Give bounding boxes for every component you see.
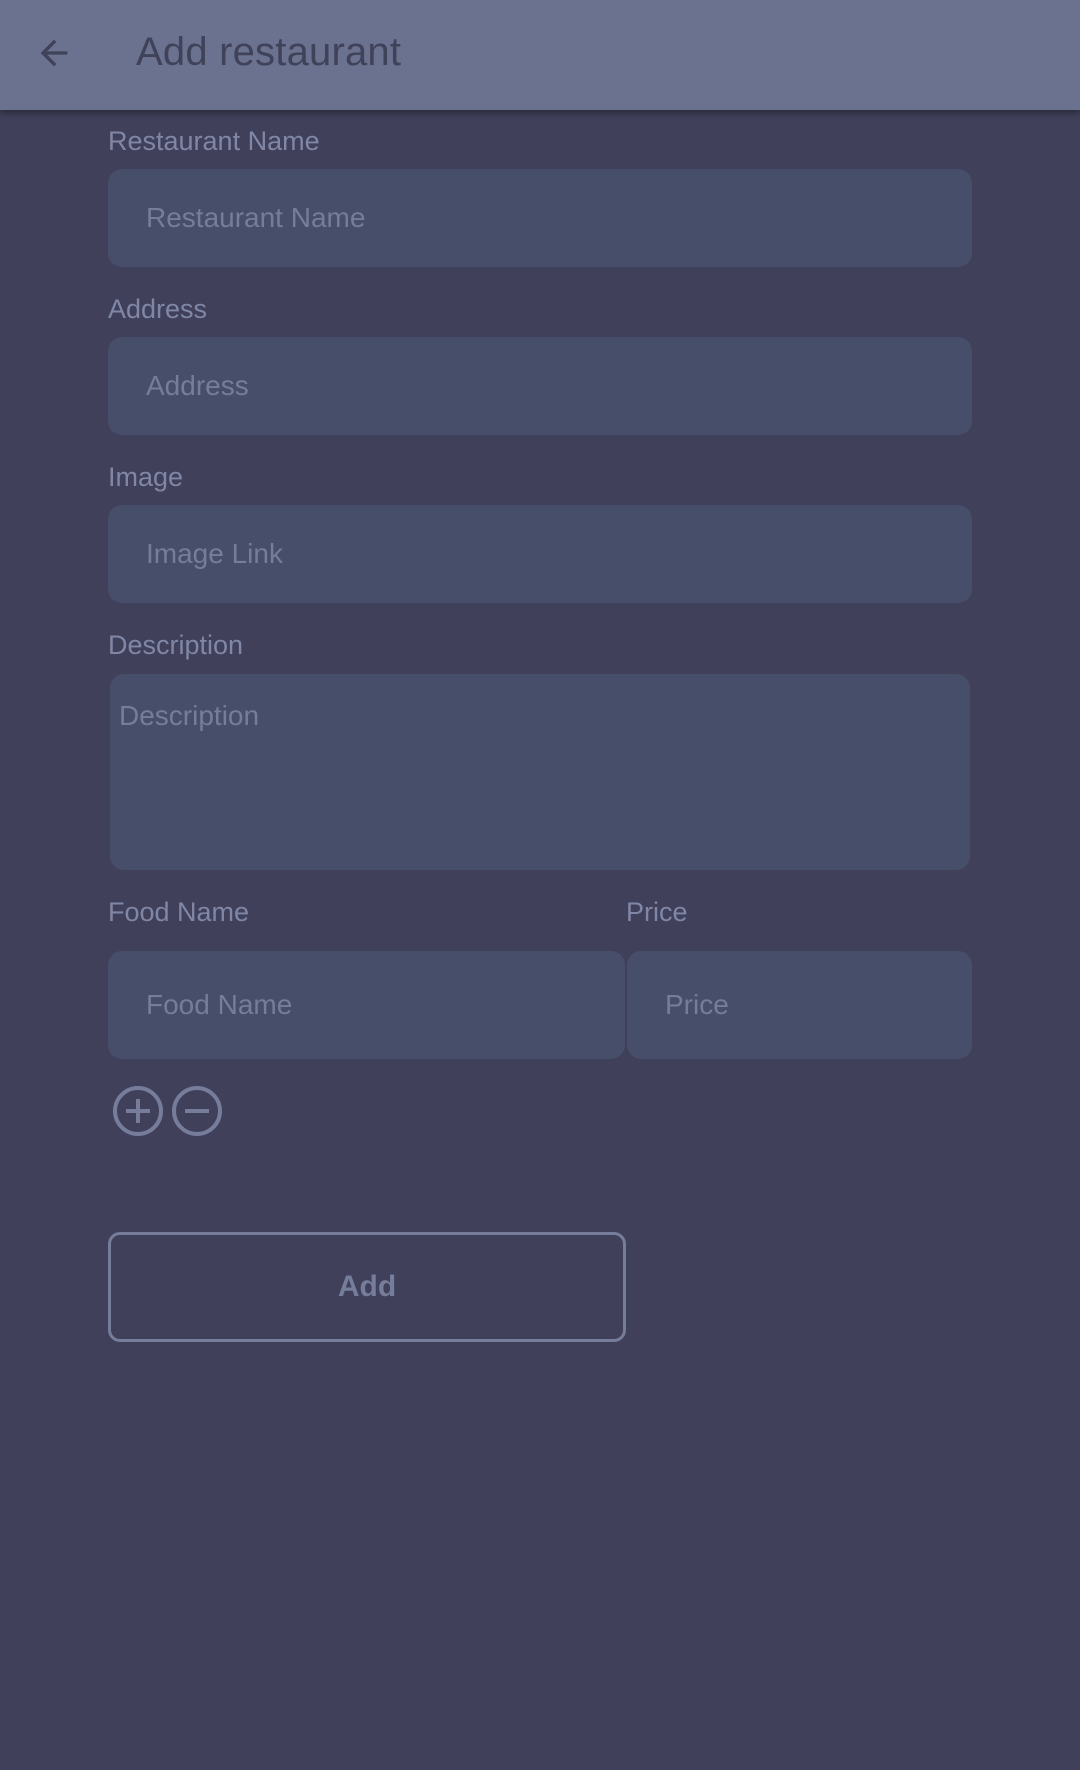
back-button[interactable] (26, 25, 82, 81)
add-restaurant-button[interactable]: Add (108, 1232, 626, 1342)
image-link-input[interactable] (108, 505, 972, 603)
add-food-item-button[interactable] (111, 1084, 165, 1138)
image-label: Image (108, 462, 184, 492)
address-label: Address (108, 294, 208, 324)
remove-food-item-button[interactable] (170, 1084, 224, 1138)
price-label: Price (626, 897, 688, 927)
food-name-label: Food Name (108, 897, 250, 927)
price-input[interactable] (627, 951, 972, 1059)
address-input[interactable] (108, 337, 972, 435)
restaurant-name-label: Restaurant Name (108, 126, 320, 156)
description-textarea[interactable] (110, 674, 970, 870)
food-name-input[interactable] (108, 951, 625, 1059)
description-label: Description (108, 630, 244, 660)
arrow-left-icon (40, 39, 68, 67)
minus-circle-icon (172, 1086, 222, 1136)
page-title: Add restaurant (136, 30, 402, 74)
restaurant-name-input[interactable] (108, 169, 972, 267)
plus-circle-icon (113, 1086, 163, 1136)
app-bar: Add restaurant (0, 0, 1080, 110)
